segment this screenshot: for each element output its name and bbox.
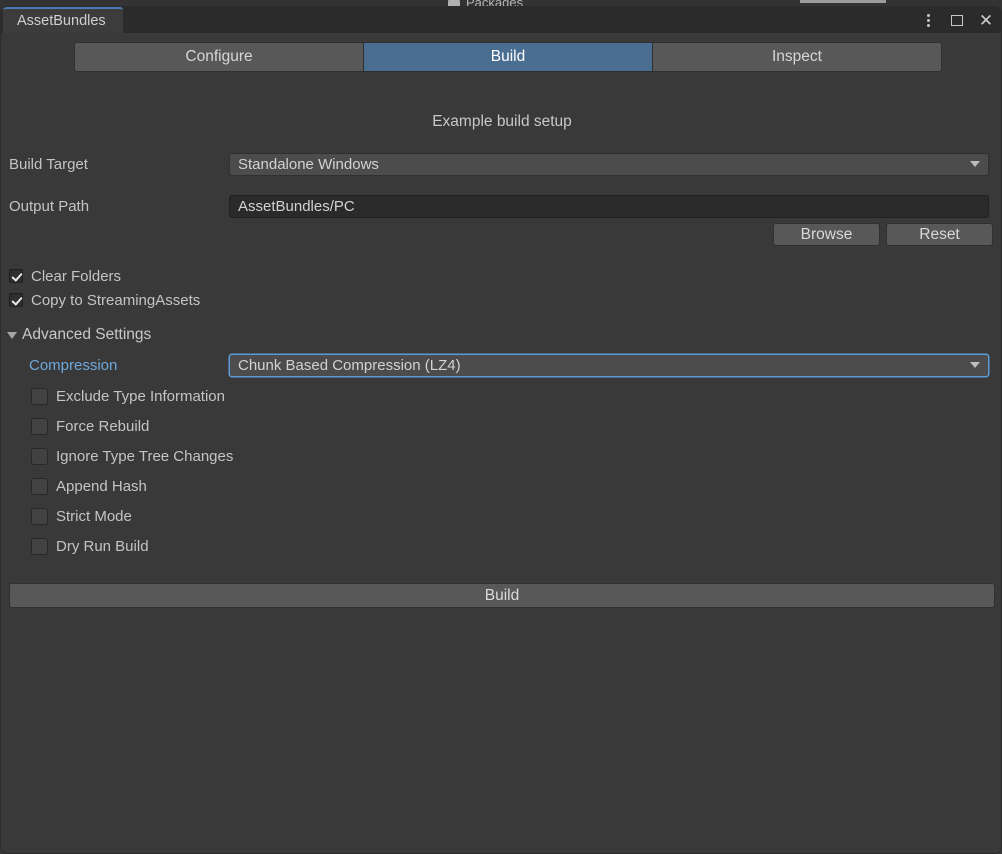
tab-inspect[interactable]: Inspect xyxy=(652,42,942,72)
toggle-append-hash-label: Append Hash xyxy=(56,477,147,495)
checkbox-unchecked-icon[interactable] xyxy=(31,537,48,555)
toggle-copy-streamingassets-label: Copy to StreamingAssets xyxy=(31,291,201,309)
tab-build[interactable]: Build xyxy=(363,42,653,72)
build-target-dropdown[interactable]: Standalone Windows xyxy=(229,152,989,176)
toggle-ignore-type-tree-changes[interactable]: Ignore Type Tree Changes xyxy=(31,445,233,467)
foldout-advanced-settings[interactable]: Advanced Settings xyxy=(7,324,151,346)
build-button-label: Build xyxy=(484,586,520,604)
build-button[interactable]: Build xyxy=(9,583,995,608)
compression-dropdown[interactable]: Chunk Based Compression (LZ4) xyxy=(229,353,989,377)
toggle-force-rebuild-label: Force Rebuild xyxy=(56,417,150,435)
tab-build-label: Build xyxy=(490,48,526,65)
reset-button[interactable]: Reset xyxy=(886,223,993,246)
window-content: Configure Build Inspect Example build se… xyxy=(1,33,1001,853)
kebab-dot xyxy=(926,18,930,22)
kebab-dot xyxy=(926,13,930,17)
tab-assetbundles[interactable]: AssetBundles xyxy=(3,7,123,33)
build-target-row: Build Target Standalone Windows xyxy=(1,152,1001,176)
checkbox-unchecked-icon[interactable] xyxy=(31,417,48,435)
chevron-down-icon xyxy=(970,161,980,167)
output-path-row: Output Path AssetBundles/PC xyxy=(1,194,1001,218)
output-path-input[interactable]: AssetBundles/PC xyxy=(229,194,989,218)
foldout-advanced-settings-label: Advanced Settings xyxy=(22,326,152,343)
checkbox-unchecked-icon[interactable] xyxy=(31,507,48,525)
toggle-exclude-type-information-label: Exclude Type Information xyxy=(56,387,225,405)
checkbox-checked-icon[interactable] xyxy=(9,293,23,307)
close-x-glyph: ✕ xyxy=(978,10,994,30)
toggle-clear-folders[interactable]: Clear Folders xyxy=(9,265,121,287)
checkbox-unchecked-icon[interactable] xyxy=(31,447,48,465)
close-window-icon[interactable]: ✕ xyxy=(977,11,995,29)
checkbox-checked-icon[interactable] xyxy=(9,269,23,283)
toggle-copy-streamingassets[interactable]: Copy to StreamingAssets xyxy=(9,289,200,311)
toggle-exclude-type-information[interactable]: Exclude Type Information xyxy=(31,385,225,407)
checkbox-unchecked-icon[interactable] xyxy=(31,477,48,495)
toggle-dry-run-build[interactable]: Dry Run Build xyxy=(31,535,149,557)
restore-box-shape xyxy=(951,14,963,26)
assetbundles-window: AssetBundles ✕ Configure Build Inspect E… xyxy=(0,6,1002,854)
kebab-menu-icon[interactable] xyxy=(919,11,937,29)
toggle-ignore-type-tree-changes-label: Ignore Type Tree Changes xyxy=(56,447,234,465)
toggle-strict-mode[interactable]: Strict Mode xyxy=(31,505,132,527)
restore-window-icon[interactable] xyxy=(948,11,966,29)
browse-button[interactable]: Browse xyxy=(773,223,880,246)
browse-button-label: Browse xyxy=(800,225,853,243)
kebab-dot xyxy=(926,23,930,27)
compression-label: Compression xyxy=(29,356,118,374)
background-tab-highlight xyxy=(800,0,886,3)
checkbox-unchecked-icon[interactable] xyxy=(31,387,48,405)
window-controls: ✕ xyxy=(919,7,995,33)
chevron-down-icon xyxy=(970,362,980,368)
build-target-label: Build Target xyxy=(9,155,88,173)
output-path-label: Output Path xyxy=(9,197,90,215)
build-target-value: Standalone Windows xyxy=(238,155,379,173)
toggle-clear-folders-label: Clear Folders xyxy=(31,267,122,285)
toggle-dry-run-build-label: Dry Run Build xyxy=(56,537,149,555)
setup-caption: Example build setup xyxy=(432,113,572,130)
compression-value: Chunk Based Compression (LZ4) xyxy=(238,356,461,374)
path-button-row: Browse Reset xyxy=(773,223,993,246)
mode-tab-bar: Configure Build Inspect xyxy=(74,42,942,72)
toggle-force-rebuild[interactable]: Force Rebuild xyxy=(31,415,149,437)
tab-configure[interactable]: Configure xyxy=(74,42,364,72)
toggle-append-hash[interactable]: Append Hash xyxy=(31,475,147,497)
tab-configure-label: Configure xyxy=(185,48,253,65)
triangle-down-icon[interactable] xyxy=(7,331,17,339)
window-titlebar: AssetBundles ✕ xyxy=(1,7,1001,33)
reset-button-label: Reset xyxy=(919,225,960,243)
compression-row: Compression Chunk Based Compression (LZ4… xyxy=(1,353,1001,377)
tab-assetbundles-label: AssetBundles xyxy=(17,13,106,29)
toggle-strict-mode-label: Strict Mode xyxy=(56,507,132,525)
tab-inspect-label: Inspect xyxy=(772,48,822,65)
output-path-value: AssetBundles/PC xyxy=(238,197,355,215)
